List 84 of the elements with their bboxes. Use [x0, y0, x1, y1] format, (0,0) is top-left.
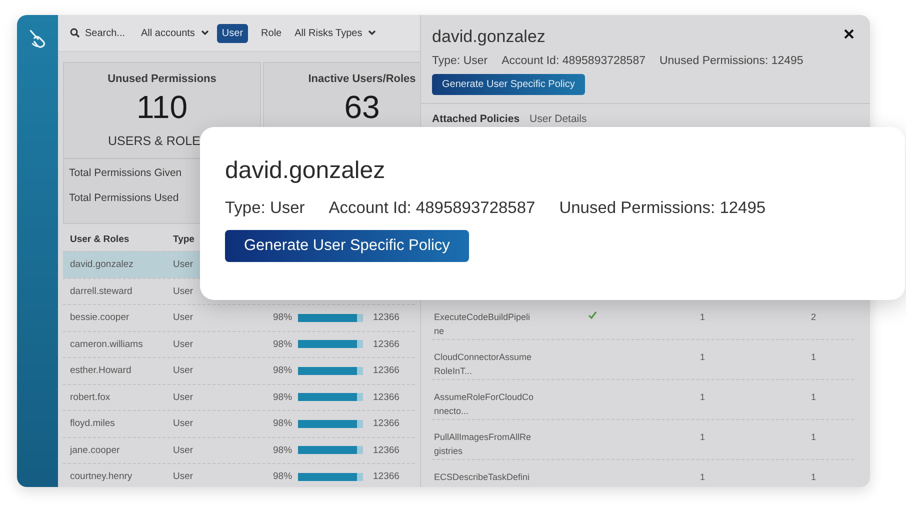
- user-name: darrell.steward: [70, 286, 132, 297]
- table-cell: 1: [811, 432, 816, 442]
- generate-policy-button[interactable]: Generate User Specific Policy: [432, 74, 585, 95]
- table-cell: 1: [700, 432, 706, 442]
- user-name: robert.fox: [70, 392, 110, 403]
- user-name: esther.Howard: [70, 365, 132, 376]
- permission-count: 12366: [373, 392, 400, 403]
- user-row[interactable]: cameron.williams User 98% 12366: [63, 330, 415, 357]
- user-type: User: [173, 418, 194, 430]
- user-name: david.gonzalez: [70, 259, 134, 270]
- user-type: User: [173, 312, 194, 324]
- permission-count: 12366: [373, 312, 400, 324]
- table-cell: 1: [700, 312, 706, 322]
- search-icon: [70, 28, 80, 38]
- close-icon[interactable]: [844, 29, 854, 39]
- table-cell: 2: [811, 312, 816, 322]
- permission-count: 12366: [373, 471, 400, 482]
- search-field[interactable]: Search...: [70, 28, 133, 38]
- usage-percent: 98%: [273, 392, 292, 403]
- user-row[interactable]: jane.cooper User 98% 12366: [63, 436, 415, 463]
- policy-name: ExecuteCodeBuildPipeline: [434, 311, 532, 338]
- policy-name: AssumeRoleForCloudConnecto...: [434, 391, 534, 418]
- type-filter-button[interactable]: User: [216, 24, 248, 42]
- policy-name: CloudConnectorAssumeRoleInT...: [434, 351, 533, 378]
- permission-count: 12366: [373, 338, 400, 350]
- user-type: User: [173, 471, 194, 482]
- usage-percent: 98%: [273, 338, 292, 350]
- policy-name: PullAllImagesFromAllRegistries: [434, 431, 532, 458]
- panel-tab[interactable]: User Details: [530, 113, 587, 125]
- table-cell: 1: [811, 352, 816, 362]
- unused-permissions: Unused Permissions: 12495: [659, 55, 804, 67]
- type-filter-button[interactable]: Role: [256, 24, 287, 42]
- user-name: floyd.miles: [70, 418, 115, 430]
- panel-tab[interactable]: Attached Policies: [432, 113, 520, 125]
- user-row[interactable]: courtney.henry User 98% 12366: [63, 463, 415, 487]
- account-dropdown[interactable]: All accounts: [141, 28, 209, 38]
- chevron-down-icon: [200, 30, 209, 36]
- card-title: Unused Permissions: [108, 73, 216, 85]
- usage-percent: 98%: [273, 471, 292, 482]
- policy-name: ECSDescribeTaskDefini: [434, 471, 531, 484]
- column-header: Type: [173, 234, 194, 244]
- unused-permissions: Unused Permissions: 12495: [559, 199, 766, 218]
- user-type: User: [173, 444, 194, 456]
- table-cell: 1: [700, 352, 706, 362]
- user-type: Type: User: [225, 199, 305, 218]
- card-value: 110: [136, 89, 188, 126]
- user-name: bessie.cooper: [70, 312, 130, 324]
- stat-label: Total Permissions Used: [69, 191, 179, 206]
- account-id: Account Id: 4895893728587: [502, 55, 646, 67]
- user-row[interactable]: robert.fox User 98% 12366: [63, 384, 415, 410]
- usage-percent: 98%: [273, 444, 292, 456]
- user-title: david.gonzalez: [225, 157, 386, 185]
- user-row[interactable]: bessie.cooper User 98% 12366: [63, 304, 415, 330]
- account-id: Account Id: 4895893728587: [328, 199, 536, 218]
- stat-label: Total Permissions Given: [69, 166, 182, 181]
- usage-percent: 98%: [273, 418, 292, 430]
- table-cell: 1: [811, 392, 816, 402]
- card-value: 63: [344, 89, 380, 126]
- card-title: Inactive Users/Roles: [308, 73, 416, 85]
- usage-percent: 98%: [273, 365, 292, 376]
- user-type: User: [173, 259, 194, 270]
- user-type: User: [173, 286, 194, 297]
- user-type: Type: User: [432, 55, 488, 67]
- table-cell: 1: [700, 392, 706, 402]
- column-header: User & Roles: [70, 234, 130, 244]
- table-cell: 1: [811, 472, 816, 482]
- user-name: courtney.henry: [70, 471, 132, 482]
- usage-percent: 98%: [273, 312, 292, 324]
- card-subtitle: USERS & ROLE: [108, 134, 200, 148]
- permission-count: 12366: [373, 365, 400, 376]
- panel-title: david.gonzalez: [432, 27, 546, 47]
- user-name: jane.cooper: [70, 444, 120, 456]
- user-row[interactable]: esther.Howard User 98% 12366: [63, 357, 415, 384]
- user-type: User: [173, 365, 194, 376]
- user-row[interactable]: floyd.miles User 98% 12366: [63, 410, 415, 436]
- chevron-down-icon: [368, 30, 376, 36]
- risk-type-dropdown[interactable]: All Risks Types: [294, 28, 376, 38]
- table-cell: 1: [700, 472, 706, 482]
- user-name: cameron.williams: [70, 338, 143, 350]
- generate-policy-button[interactable]: Generate User Specific Policy: [225, 230, 469, 262]
- user-type: User: [173, 392, 194, 403]
- permission-count: 12366: [373, 444, 400, 456]
- user-type: User: [173, 338, 194, 350]
- permission-count: 12366: [373, 418, 400, 430]
